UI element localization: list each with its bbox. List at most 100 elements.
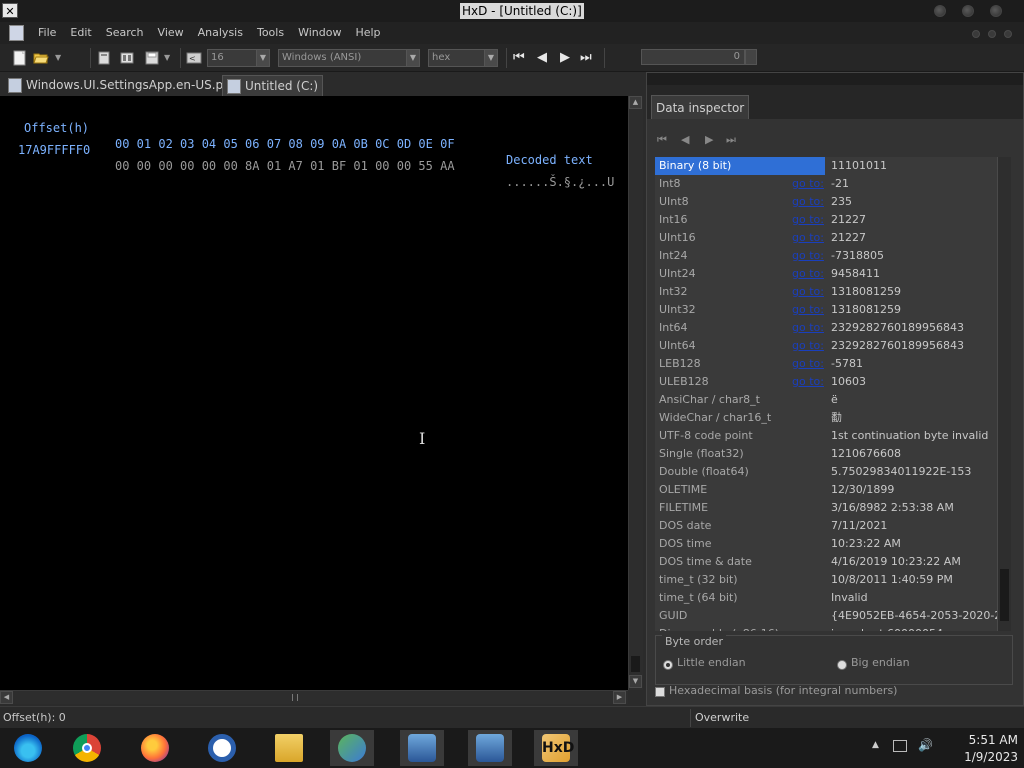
scroll-thumb[interactable] [1000,569,1009,621]
maximize-button[interactable] [962,5,974,17]
inspector-row[interactable]: OLETIME 12/30/1899 [655,481,1003,499]
inspector-row-value[interactable]: {4E9052EB-4654-2053-2020-2000 [831,607,1003,625]
mdi-close-button[interactable] [1004,30,1012,38]
inspector-scrollbar[interactable] [997,157,1011,631]
chevron-down-icon[interactable]: ▼ [256,50,269,66]
inspector-row[interactable]: AnsiChar / char8_t ë [655,391,1003,409]
inspector-row[interactable]: DOS time 10:23:22 AM [655,535,1003,553]
open-dropdown-icon[interactable]: ▼ [55,53,61,62]
inspector-row-value[interactable]: 5.75029834011922E-153 [831,463,971,481]
inspector-row[interactable]: ULEB128 go to: 10603 [655,373,1003,391]
open-memory-icon[interactable] [119,50,135,66]
inspector-row[interactable]: Int16 go to: 21227 [655,211,1003,229]
inspector-row-value[interactable]: jmp short 60000054 [831,625,943,631]
charset-combo[interactable]: Windows (ANSI) ▼ [278,49,420,67]
inspector-row-value[interactable]: -21 [831,175,849,193]
tab-data-inspector[interactable]: Data inspector [651,95,750,119]
menu-file[interactable]: File [31,22,63,44]
inspector-row-value[interactable]: 11101011 [831,157,887,175]
inspector-row[interactable]: Int24 go to: -7318805 [655,247,1003,265]
inspector-table[interactable]: Binary (8 bit) 11101011 Int8 go to: -21 UInt8… [655,157,1003,631]
inspector-row-value[interactable]: 9458411 [831,265,880,283]
inspector-row[interactable]: UInt8 go to: 235 [655,193,1003,211]
scroll-left-icon[interactable]: ◀ [0,691,13,704]
inspector-row-value[interactable]: 1318081259 [831,301,901,319]
taskbar-opera-app[interactable] [200,730,244,766]
inspector-row-value[interactable]: 7/11/2021 [831,517,887,535]
menu-search[interactable]: Search [99,22,151,44]
inspector-row[interactable]: UInt64 go to: 2329282760189956843 [655,337,1003,355]
bytes-per-row-combo[interactable]: 16 ▼ [207,49,270,67]
hex-editor[interactable]: Offset(h) 00 01 02 03 04 05 06 07 08 09 … [0,96,628,690]
inspector-row-value[interactable]: 235 [831,193,852,211]
inspector-last-icon[interactable]: ⏭ [726,133,736,147]
close-button[interactable] [990,5,1002,17]
open-disk-icon[interactable] [96,50,112,66]
taskbar-installer-app-2[interactable] [468,730,512,766]
inspector-row-value[interactable]: 2329282760189956843 [831,337,964,355]
clock-time[interactable]: 5:51 AM [940,733,1018,747]
go-to-link[interactable]: go to: [792,337,824,355]
show-hidden-icons-icon[interactable]: ▲ [872,740,879,750]
clock-date[interactable]: 1/9/2023 [940,750,1018,764]
inspector-first-icon[interactable]: ⏮ [657,133,667,147]
menu-tools[interactable]: Tools [250,22,291,44]
hxd-app-icon[interactable]: ✕ [2,3,18,18]
taskbar-chrome-app[interactable] [65,730,109,766]
scroll-down-icon[interactable]: ▼ [629,675,642,688]
go-to-link[interactable]: go to: [792,319,824,337]
inspector-row-value[interactable]: 1210676608 [831,445,901,463]
next-icon[interactable]: ▶ [560,50,570,66]
taskbar-explorer-app[interactable] [267,730,311,766]
chevron-down-icon[interactable]: ▼ [484,50,497,66]
offset-base-combo[interactable]: hex ▼ [428,49,498,67]
big-endian-radio[interactable] [837,660,847,670]
inspector-row-value[interactable]: 21227 [831,229,866,247]
inspector-row-value[interactable]: 10603 [831,373,866,391]
inspector-row[interactable]: UInt16 go to: 21227 [655,229,1003,247]
inspector-row-value[interactable]: 10:23:22 AM [831,535,901,553]
go-to-link[interactable]: go to: [792,211,824,229]
inspector-row[interactable]: UInt24 go to: 9458411 [655,265,1003,283]
tab-settingsapp-pri[interactable]: Windows.UI.SettingsApp.en-US.pri [4,75,235,96]
inspector-row[interactable]: LEB128 go to: -5781 [655,355,1003,373]
inspector-previous-icon[interactable]: ◀ [681,133,689,146]
taskbar-installer-app[interactable] [400,730,444,766]
inspector-row-value[interactable]: -5781 [831,355,863,373]
inspector-row[interactable]: time_t (32 bit) 10/8/2011 1:40:59 PM [655,571,1003,589]
offset-field[interactable]: 0 [641,49,745,65]
go-to-link[interactable]: go to: [792,283,824,301]
scroll-up-icon[interactable]: ▲ [629,96,642,109]
open-folder-icon[interactable] [33,50,49,66]
inspector-row[interactable]: Int8 go to: -21 [655,175,1003,193]
save-icon[interactable] [144,50,160,66]
inspector-row-value[interactable]: 2329282760189956843 [831,319,964,337]
network-icon[interactable] [893,740,907,752]
mdi-minimize-button[interactable] [972,30,980,38]
inspector-row[interactable]: WideChar / char16_t 勫 [655,409,1003,427]
inspector-row-value[interactable]: ë [831,391,838,409]
volume-icon[interactable]: 🔊 [918,738,933,752]
inspector-row[interactable]: Single (float32) 1210676608 [655,445,1003,463]
minimize-button[interactable] [934,5,946,17]
taskbar-edge-app[interactable] [6,730,50,766]
offset-spinner[interactable] [745,49,757,65]
taskbar-network-users-app[interactable] [330,730,374,766]
inspector-row[interactable]: GUID {4E9052EB-4654-2053-2020-2000 [655,607,1003,625]
previous-icon[interactable]: ◀ [537,50,547,66]
save-dropdown-icon[interactable]: ▼ [164,53,170,62]
hex-basis-label[interactable]: Hexadecimal basis (for integral numbers) [669,684,897,697]
menu-help[interactable]: Help [348,22,387,44]
inspector-row-value[interactable]: Invalid [831,589,868,607]
inspector-row[interactable]: time_t (64 bit) Invalid [655,589,1003,607]
go-to-start-icon[interactable]: ⏮ [513,50,525,66]
inspector-row[interactable]: FILETIME 3/16/8982 2:53:38 AM [655,499,1003,517]
go-to-link[interactable]: go to: [792,301,824,319]
tab-untitled-c[interactable]: Untitled (C:) [222,75,324,96]
go-to-link[interactable]: go to: [792,265,824,283]
inspector-row[interactable]: UTF-8 code point 1st continuation byte in… [655,427,1003,445]
scroll-grip[interactable] [292,694,298,701]
menu-edit[interactable]: Edit [63,22,98,44]
vertical-scrollbar[interactable]: ▲ ▼ [628,96,643,690]
horizontal-scrollbar[interactable]: ◀ ▶ [0,690,628,704]
